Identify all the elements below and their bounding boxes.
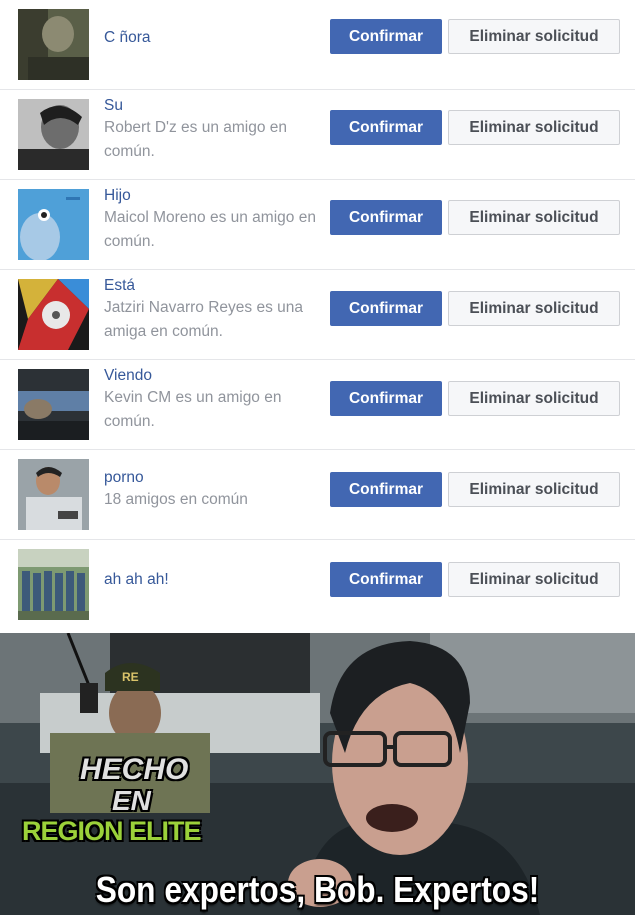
friend-requests-list: C ñora Confirmar Eliminar solicitud Su R… <box>0 0 635 633</box>
watermark-badge: RE <box>122 670 139 684</box>
requester-name[interactable]: Viendo <box>104 365 324 386</box>
profile-photo[interactable] <box>18 99 89 170</box>
watermark-line2: EN <box>112 785 151 816</box>
confirm-button[interactable]: Confirmar <box>330 19 442 54</box>
profile-photo[interactable] <box>18 9 89 80</box>
profile-photo[interactable] <box>18 189 89 260</box>
confirm-button[interactable]: Confirmar <box>330 291 442 326</box>
request-text: Viendo Kevin CM es un amigo en común. <box>104 365 324 434</box>
watermark-line3: REGION ELITE <box>22 816 202 846</box>
profile-photo[interactable] <box>18 369 89 440</box>
profile-photo[interactable] <box>18 549 89 620</box>
friend-request-row: porno 18 amigos en común Confirmar Elimi… <box>0 450 635 540</box>
confirm-button[interactable]: Confirmar <box>330 472 442 507</box>
mutual-friends-text: Jatziri Navarro Reyes es una amiga en co… <box>104 299 303 340</box>
confirm-button[interactable]: Confirmar <box>330 200 442 235</box>
delete-request-button[interactable]: Eliminar solicitud <box>448 110 620 145</box>
request-text: ah ah ah! <box>104 569 324 590</box>
confirm-button[interactable]: Confirmar <box>330 562 442 597</box>
mutual-friends-text: Maicol Moreno es un amigo en común. <box>104 209 316 250</box>
request-text: porno 18 amigos en común <box>104 467 324 512</box>
requester-name[interactable]: Está <box>104 275 324 296</box>
friend-request-row: Está Jatziri Navarro Reyes es una amiga … <box>0 270 635 360</box>
friend-request-row: Su Robert D'z es un amigo en común. Conf… <box>0 90 635 180</box>
delete-request-button[interactable]: Eliminar solicitud <box>448 381 620 416</box>
delete-request-button[interactable]: Eliminar solicitud <box>448 562 620 597</box>
requester-name[interactable]: C ñora <box>104 27 324 48</box>
mutual-friends-text: Kevin CM es un amigo en común. <box>104 389 282 430</box>
friend-request-row: C ñora Confirmar Eliminar solicitud <box>0 0 635 90</box>
requester-name[interactable]: Hijo <box>104 185 324 206</box>
requester-name[interactable]: porno <box>104 467 324 488</box>
confirm-button[interactable]: Confirmar <box>330 110 442 145</box>
delete-request-button[interactable]: Eliminar solicitud <box>448 472 620 507</box>
friend-request-row: Viendo Kevin CM es un amigo en común. Co… <box>0 360 635 450</box>
mutual-friends-text: 18 amigos en común <box>104 491 248 508</box>
requester-name[interactable]: Su <box>104 95 324 116</box>
request-text: Su Robert D'z es un amigo en común. <box>104 95 324 164</box>
profile-photo[interactable] <box>18 459 89 530</box>
mutual-friends-text: Robert D'z es un amigo en común. <box>104 119 288 160</box>
request-text: C ñora <box>104 27 324 48</box>
friend-request-row: ah ah ah! Confirmar Eliminar solicitud <box>0 540 635 630</box>
delete-request-button[interactable]: Eliminar solicitud <box>448 200 620 235</box>
confirm-button[interactable]: Confirmar <box>330 381 442 416</box>
friend-request-row: Hijo Maicol Moreno es un amigo en común.… <box>0 180 635 270</box>
request-text: Está Jatziri Navarro Reyes es una amiga … <box>104 275 324 344</box>
requester-name[interactable]: ah ah ah! <box>104 569 324 590</box>
delete-request-button[interactable]: Eliminar solicitud <box>448 291 620 326</box>
request-text: Hijo Maicol Moreno es un amigo en común. <box>104 185 324 254</box>
profile-photo[interactable] <box>18 279 89 350</box>
watermark-line1: HECHO <box>80 753 189 786</box>
meme-caption: Son expertos, Bob. Expertos! <box>95 869 540 910</box>
delete-request-button[interactable]: Eliminar solicitud <box>448 19 620 54</box>
